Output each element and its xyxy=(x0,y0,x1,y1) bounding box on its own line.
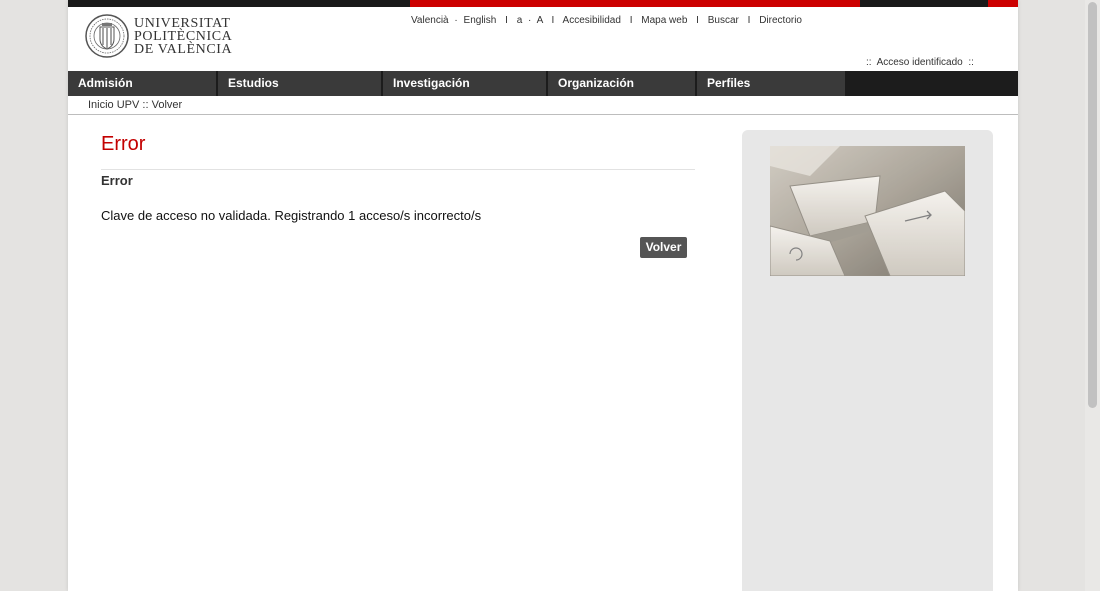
header-divider xyxy=(68,114,1018,115)
page-title: Error xyxy=(101,133,146,155)
top-color-bar xyxy=(68,0,1018,7)
upv-logo[interactable]: UNIVERSITAT POLITÈCNICA DE VALÈNCIA xyxy=(85,14,233,60)
page-container: UNIVERSITAT POLITÈCNICA DE VALÈNCIA Vale… xyxy=(68,0,1018,591)
sidebar xyxy=(742,130,993,591)
access-login-link[interactable]: Acceso identificado xyxy=(877,57,963,68)
nav-item-organizacion[interactable]: Organización xyxy=(548,71,695,96)
nav-item-investigacion[interactable]: Investigación xyxy=(383,71,546,96)
font-smaller-link[interactable]: a xyxy=(517,15,523,26)
link-search[interactable]: Buscar xyxy=(708,15,739,26)
utility-links: Valencià · English I a · A I Accesibilid… xyxy=(411,15,802,26)
breadcrumb-home-link[interactable]: Inicio UPV xyxy=(88,99,139,111)
link-directory[interactable]: Directorio xyxy=(759,15,802,26)
access-login: :: Acceso identificado :: xyxy=(866,57,974,68)
nav-item-perfiles[interactable]: Perfiles xyxy=(697,71,845,96)
breadcrumb-back-link[interactable]: Volver xyxy=(152,99,183,111)
back-button[interactable]: Volver xyxy=(640,237,687,258)
logo-wordmark: UNIVERSITAT POLITÈCNICA DE VALÈNCIA xyxy=(134,16,233,57)
nav-item-estudios[interactable]: Estudios xyxy=(218,71,381,96)
main-content: Error Error Clave de acceso no validada.… xyxy=(101,133,695,258)
upv-seal-icon xyxy=(85,14,129,58)
keyboard-image xyxy=(770,146,965,276)
error-subtitle: Error xyxy=(101,173,133,188)
main-nav: Admisión Estudios Investigación Organiza… xyxy=(68,71,1018,96)
font-larger-link[interactable]: A xyxy=(537,15,543,26)
breadcrumb: Inicio UPV :: Volver xyxy=(88,99,183,111)
scrollbar[interactable] xyxy=(1085,0,1100,591)
scrollbar-thumb[interactable] xyxy=(1088,2,1097,408)
link-valencia[interactable]: Valencià xyxy=(411,15,449,26)
nav-item-admision[interactable]: Admisión xyxy=(68,71,216,96)
link-english[interactable]: English xyxy=(464,15,497,26)
error-message: Clave de acceso no validada. Registrando… xyxy=(101,208,482,223)
link-accessibility[interactable]: Accesibilidad xyxy=(563,15,621,26)
link-sitemap[interactable]: Mapa web xyxy=(641,15,687,26)
title-divider xyxy=(101,169,695,170)
